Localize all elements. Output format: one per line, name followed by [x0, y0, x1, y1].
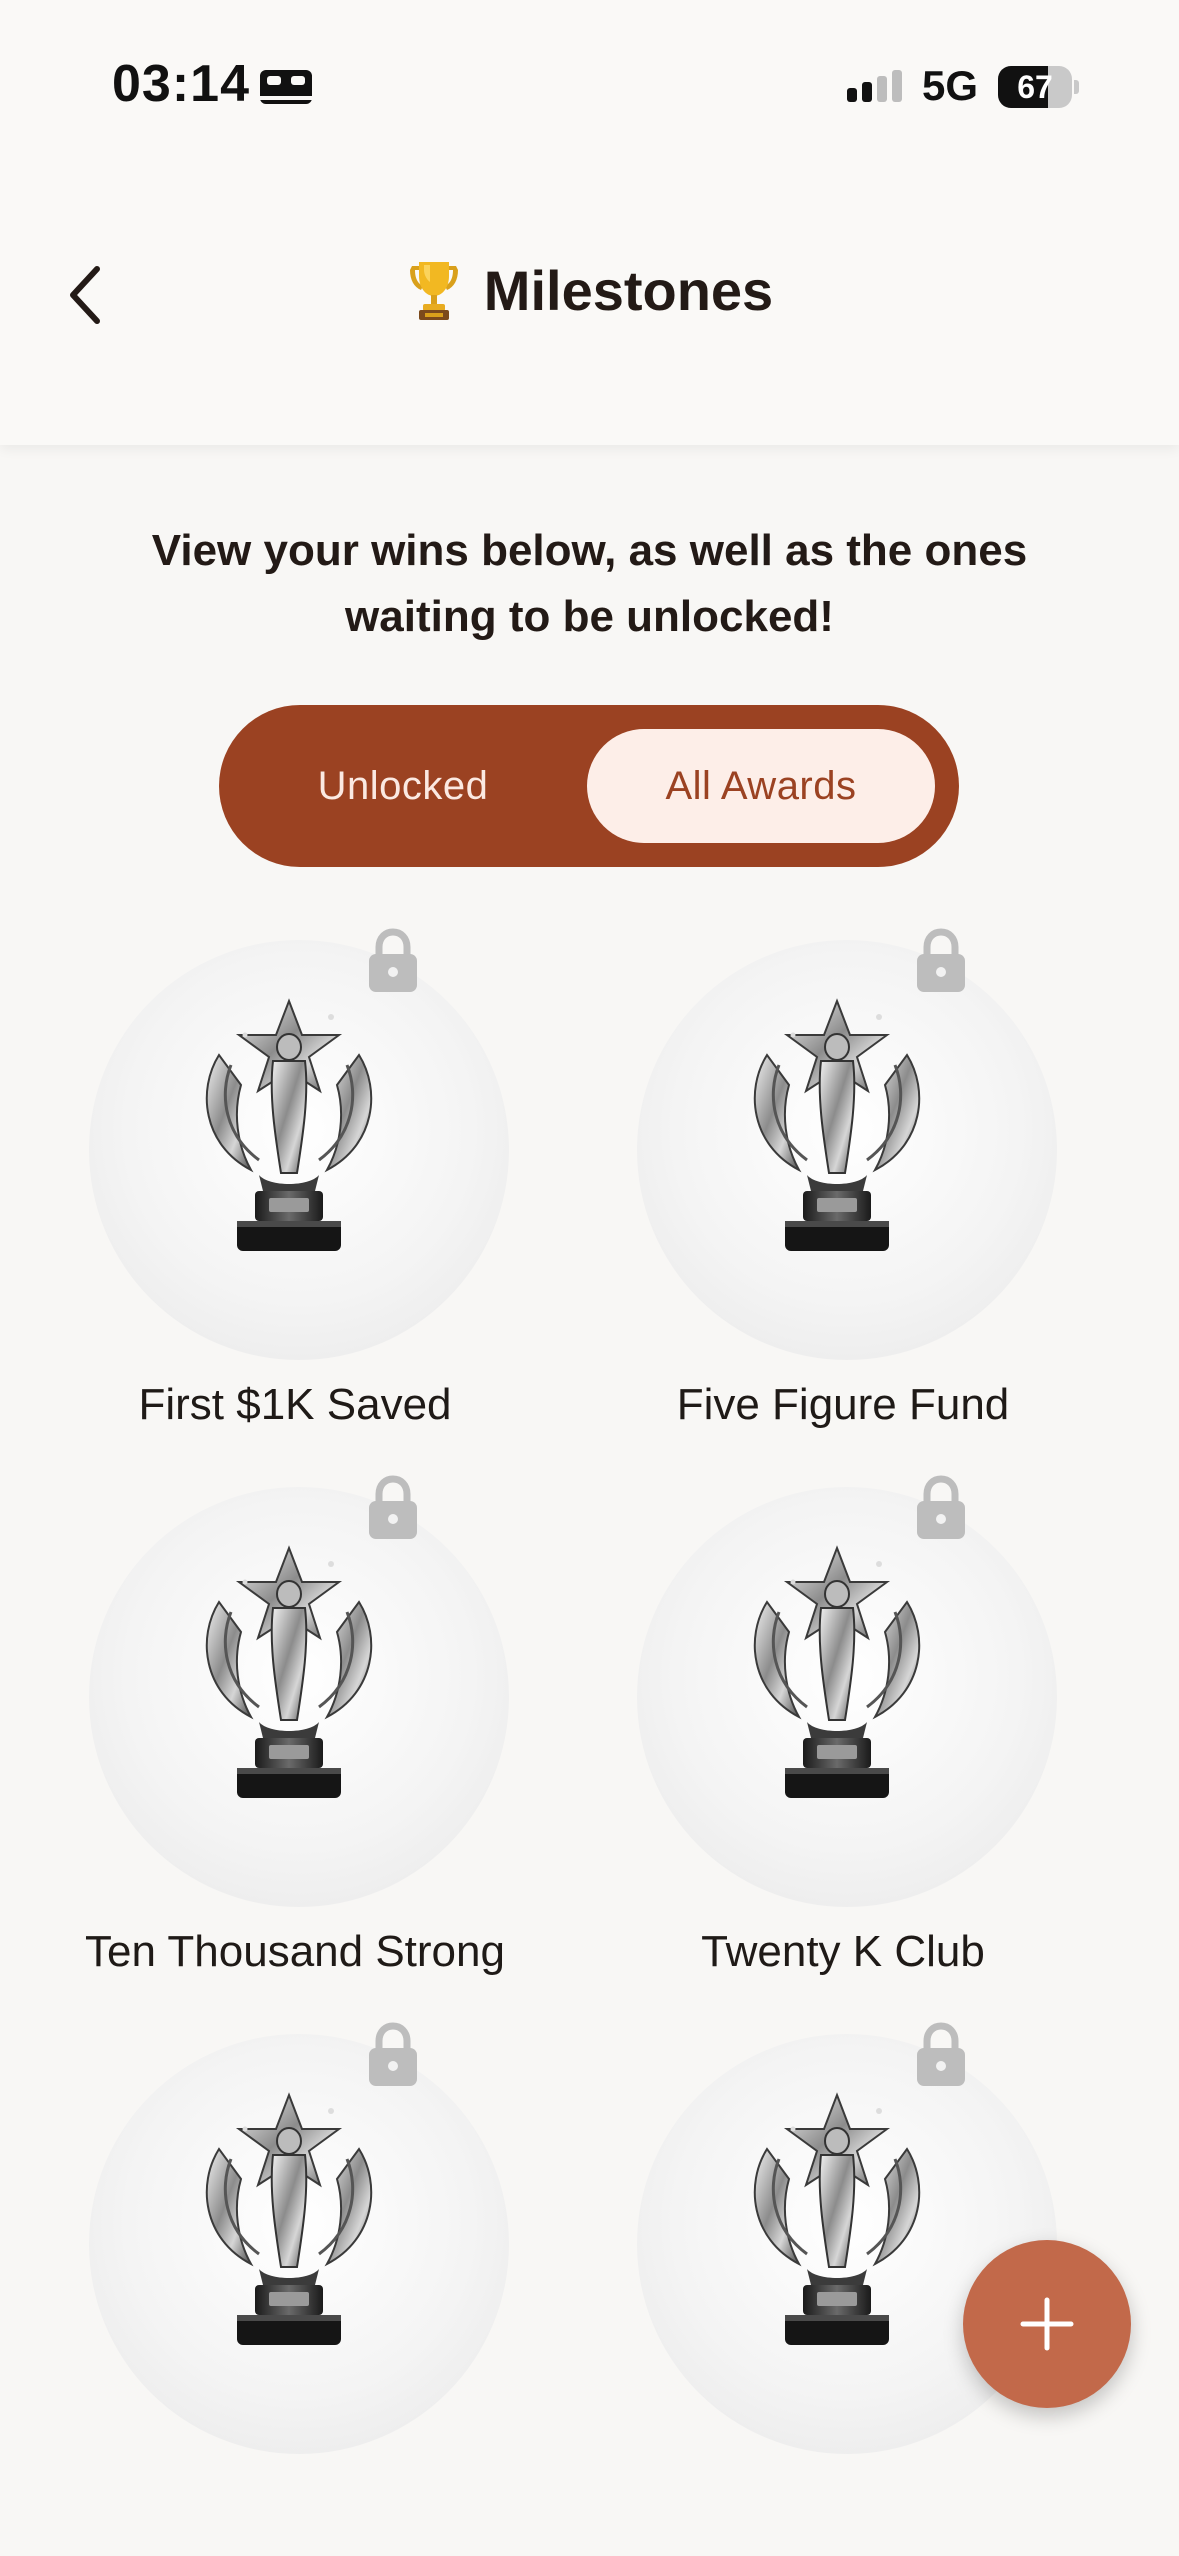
- lock-icon: [917, 928, 965, 992]
- add-button[interactable]: [963, 2240, 1131, 2408]
- award-card[interactable]: Five Figure Fund: [583, 928, 1103, 1440]
- trophy-icon: [409, 261, 458, 320]
- award-label: First $1K Saved: [138, 1380, 452, 1429]
- award-card[interactable]: First $1K Saved: [35, 928, 555, 1440]
- award-badge: [637, 940, 1057, 1360]
- trophy-icon: [205, 2092, 373, 2345]
- header: 03:14 5G 67 Milestones: [0, 0, 1179, 445]
- plus-icon: [1020, 2297, 1074, 2351]
- award-label: Twenty K Club: [701, 1927, 985, 1976]
- network-label: 5G: [922, 62, 979, 109]
- lock-icon: [369, 1475, 417, 1539]
- milestones-screen: 03:14 5G 67 Milestones View your wins be…: [0, 0, 1179, 2556]
- award-badge: [89, 2034, 509, 2454]
- status-time: 03:14: [112, 55, 250, 113]
- battery-level: 67: [1017, 69, 1053, 105]
- bed-icon: [260, 70, 312, 104]
- tab-unlocked[interactable]: Unlocked: [243, 729, 563, 843]
- status-bar: 03:14 5G 67: [0, 0, 1179, 150]
- header-title-group: Milestones: [0, 258, 1179, 323]
- battery-icon: 67: [998, 66, 1079, 108]
- lock-icon: [917, 2022, 965, 2086]
- award-badge: [637, 1487, 1057, 1907]
- award-badge: [89, 940, 509, 1360]
- trophy-icon: [753, 998, 921, 1251]
- awards-filter-toggle: Unlocked All Awards: [219, 705, 959, 867]
- award-label: Five Figure Fund: [676, 1380, 1010, 1429]
- trophy-icon: [753, 1545, 921, 1798]
- award-card[interactable]: Ten Thousand Strong: [35, 1475, 555, 1987]
- trophy-icon: [205, 998, 373, 1251]
- award-label: Ten Thousand Strong: [85, 1927, 505, 1976]
- trophy-icon: [753, 2092, 921, 2345]
- lock-icon: [369, 928, 417, 992]
- cellular-signal-icon: [847, 70, 902, 102]
- lock-icon: [369, 2022, 417, 2086]
- award-badge: [637, 2034, 1057, 2454]
- page-description: View your wins below, as well as the one…: [151, 526, 1028, 641]
- lock-icon: [917, 1475, 965, 1539]
- award-card[interactable]: Twenty K Club: [583, 1475, 1103, 1987]
- award-badge: [89, 1487, 509, 1907]
- tab-all-awards[interactable]: All Awards: [587, 729, 935, 843]
- trophy-icon: [205, 1545, 373, 1798]
- award-card[interactable]: [35, 2022, 555, 2534]
- page-title: Milestones: [483, 259, 774, 322]
